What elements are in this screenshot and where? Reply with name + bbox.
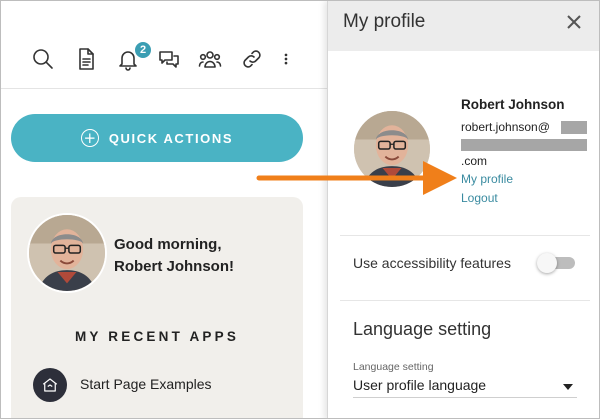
recent-apps-title: MY RECENT APPS [74, 329, 240, 344]
language-heading: Language setting [353, 319, 492, 339]
document-icon[interactable] [72, 45, 100, 73]
profile-name: Robert Johnson [461, 97, 565, 112]
logout-link[interactable]: Logout [461, 191, 498, 205]
link-icon[interactable] [238, 45, 266, 73]
welcome-card: Good morning, Robert Johnson! MY RECENT … [11, 197, 303, 418]
language-select[interactable]: User profile language [353, 374, 577, 398]
home-icon[interactable] [33, 368, 67, 402]
accessibility-toggle[interactable] [537, 253, 575, 273]
greeting-line-2: Robert Johnson! [114, 258, 234, 275]
more-icon[interactable] [279, 45, 293, 73]
caret-down-icon [563, 384, 573, 390]
language-select-value: User profile language [353, 377, 487, 393]
profile-avatar [354, 111, 430, 187]
divider [340, 300, 590, 301]
profile-email-domain: .com [461, 154, 488, 168]
avatar [27, 213, 107, 293]
recent-app-item[interactable]: Start Page Examples [80, 376, 212, 392]
chat-icon[interactable] [155, 45, 183, 73]
redaction-block [561, 121, 587, 134]
accessibility-label: Use accessibility features [353, 255, 511, 271]
divider [340, 235, 590, 236]
panel-header: My profile [328, 1, 599, 51]
profile-email: robert.johnson@ [461, 120, 550, 134]
profile-panel: My profile Robert Johnson robert.johnson… [327, 1, 599, 418]
search-icon[interactable] [29, 45, 57, 73]
language-field-label: Language setting [353, 361, 434, 373]
people-icon[interactable] [196, 45, 224, 73]
notification-badge: 2 [134, 41, 152, 59]
close-icon[interactable] [564, 12, 584, 32]
quick-actions-label: QUICK ACTIONS [108, 130, 234, 146]
my-profile-link[interactable]: My profile [461, 172, 513, 186]
top-toolbar: 2 [1, 1, 327, 89]
toggle-knob [537, 253, 557, 273]
greeting: Good morning, Robert Johnson! [114, 234, 234, 278]
plus-circle-icon: + [80, 129, 99, 147]
quick-actions-button[interactable]: + QUICK ACTIONS [11, 114, 303, 162]
greeting-line-1: Good morning, [114, 236, 222, 253]
redaction-block [461, 139, 587, 151]
panel-title: My profile [343, 11, 426, 32]
screen: 2 + QUICK ACTIONS Good morning, Robert J… [0, 0, 600, 419]
